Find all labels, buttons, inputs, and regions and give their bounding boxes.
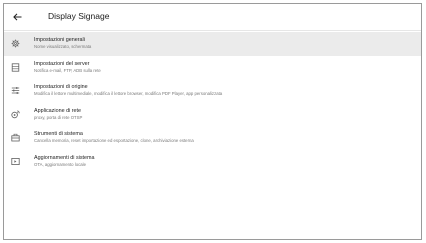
system-update-icon [11, 157, 20, 166]
settings-list: Impostazioni generali Nome visualizzato,… [4, 32, 421, 173]
arrow-left-icon [12, 13, 21, 21]
app-bar: Display Signage [4, 4, 421, 31]
menu-item-label: Impostazioni di origine [34, 84, 88, 90]
menu-item-source-settings[interactable]: Impostazioni di origine Modifica il lett… [4, 79, 421, 103]
menu-item-label: Impostazioni generali [34, 37, 85, 43]
menu-item-subtitle: OTA, aggiornamento locale [34, 161, 86, 167]
menu-item-subtitle: Nome visualizzato, schermata [34, 44, 92, 49]
menu-item-subtitle: Notifica e-mail, FTP, ADB sulla rete [34, 67, 101, 73]
menu-item-system-updates[interactable]: Aggiornamenti di sistema OTA, aggiorname… [4, 150, 421, 174]
menu-item-label: Applicazione di rete [34, 107, 82, 114]
menu-item-server-settings[interactable]: Impostazioni del server Notifica e-mail,… [4, 56, 421, 80]
settings-window: Display Signage Impostazioni generali No… [3, 3, 422, 240]
server-icon [11, 62, 20, 72]
network-app-icon [11, 110, 20, 119]
menu-item-subtitle: Modifica il lettore multimediale, modifi… [34, 91, 223, 96]
menu-item-label: Strumenti di sistema [34, 131, 83, 137]
menu-item-label: Impostazioni del server [34, 60, 90, 67]
gear-icon [11, 39, 20, 48]
page-title: Display Signage [48, 11, 110, 21]
toolbox-icon [11, 133, 20, 142]
menu-item-subtitle: Cancella memoria, reset importazione ed … [34, 138, 194, 143]
menu-item-system-tools[interactable]: Strumenti di sistema Cancella memoria, r… [4, 126, 421, 150]
menu-item-subtitle: proxy, porta di rete OTSP [34, 114, 83, 120]
back-button[interactable] [8, 9, 26, 25]
menu-item-general-settings[interactable]: Impostazioni generali Nome visualizzato,… [4, 32, 421, 56]
sliders-icon [11, 86, 20, 95]
menu-item-label: Aggiornamenti di sistema [34, 154, 95, 161]
menu-item-network-application[interactable]: Applicazione di rete proxy, porta di ret… [4, 103, 421, 127]
